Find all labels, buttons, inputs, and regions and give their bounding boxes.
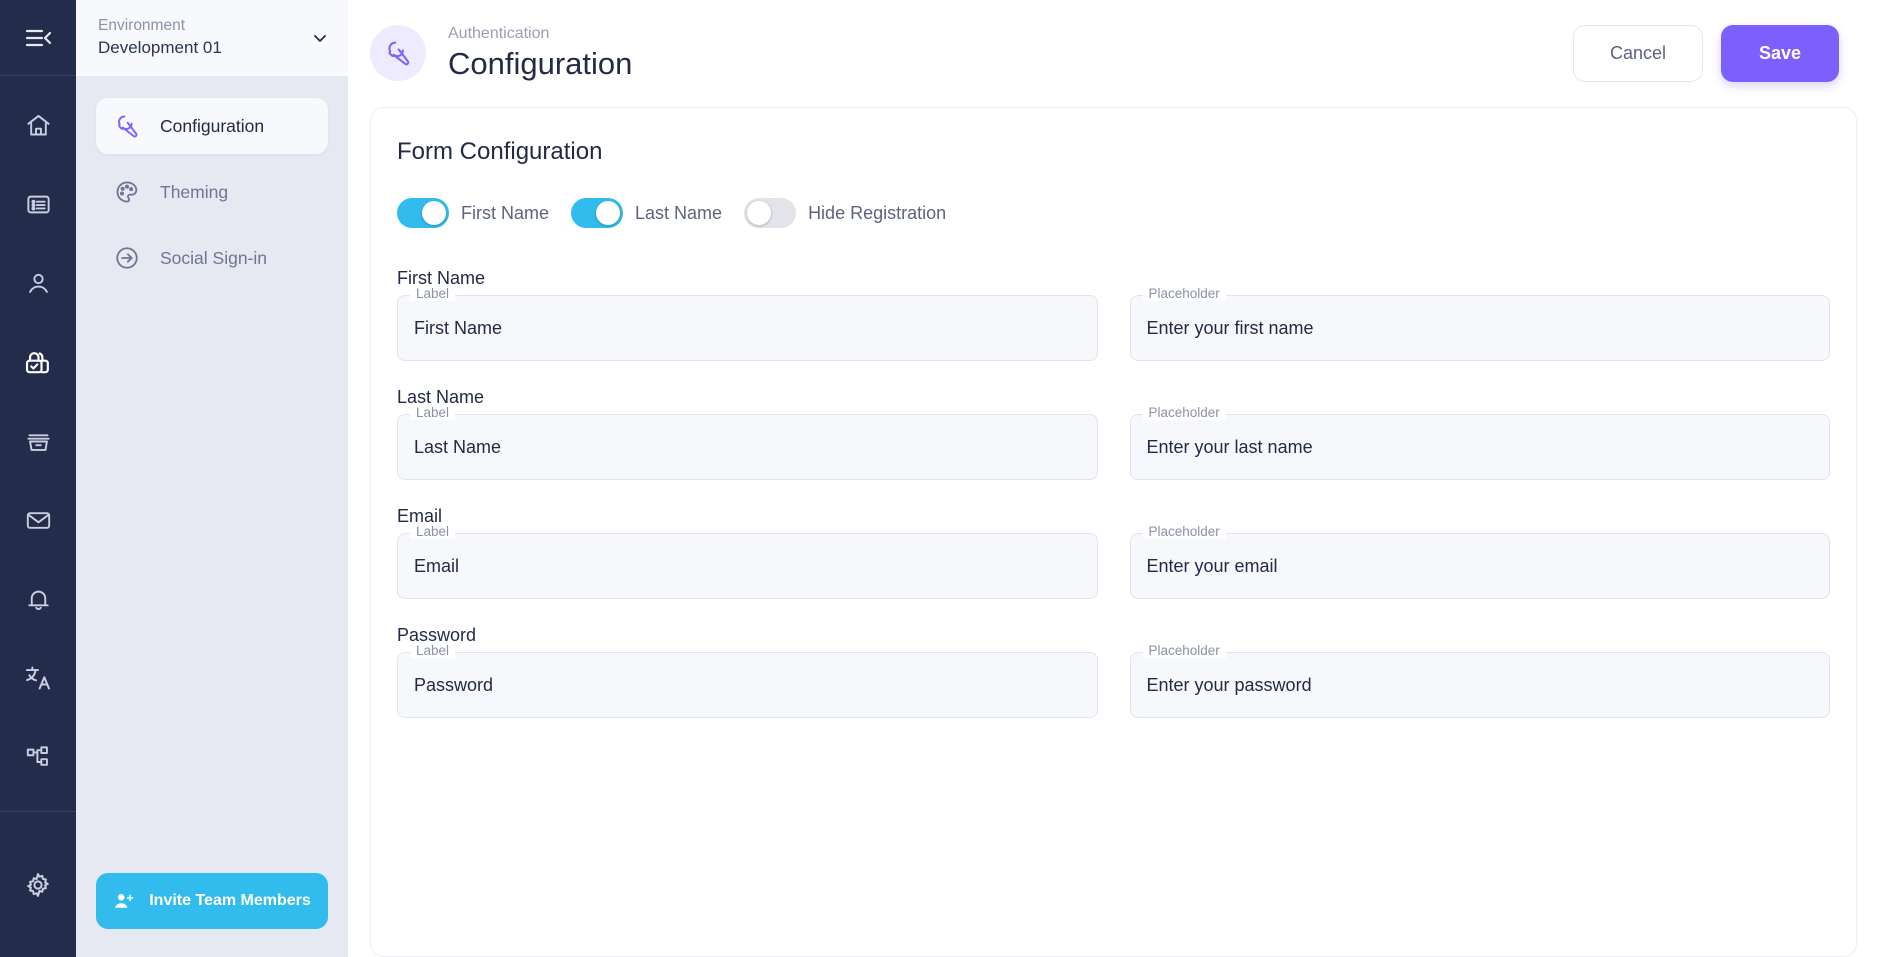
title-text-group: Authentication Configuration — [448, 24, 632, 84]
environment-value: Development 01 — [98, 37, 222, 60]
input-legend: Placeholder — [1143, 406, 1226, 420]
email-placeholder-input[interactable]: Placeholder Enter your email — [1130, 533, 1831, 599]
toggle-row-group: First Name Last Name Hide Registration — [397, 198, 1830, 228]
input-value: Enter your password — [1147, 675, 1312, 696]
field-group-password: Password Label Password Placeholder Ente… — [397, 625, 1830, 718]
page-title-block: Authentication Configuration — [370, 24, 632, 84]
input-value: Enter your first name — [1147, 318, 1314, 339]
translate-icon[interactable] — [15, 655, 61, 701]
bell-icon[interactable] — [15, 576, 61, 622]
input-legend: Placeholder — [1143, 525, 1226, 539]
invite-section: Invite Team Members — [76, 873, 348, 957]
secondary-sidebar: Environment Development 01 Configuration — [76, 0, 348, 957]
card-title: Form Configuration — [397, 138, 1830, 166]
save-button[interactable]: Save — [1721, 25, 1839, 82]
field-group-title: First Name — [397, 268, 1830, 289]
last-name-label-input[interactable]: Label Last Name — [397, 414, 1098, 480]
header-actions: Cancel Save — [1573, 25, 1839, 82]
toggle-switch[interactable] — [744, 198, 796, 228]
user-icon[interactable] — [15, 260, 61, 306]
field-group-email: Email Label Email Placeholder Enter your… — [397, 506, 1830, 599]
rail-footer — [0, 811, 76, 957]
cancel-button[interactable]: Cancel — [1573, 25, 1703, 82]
rail-header — [0, 0, 76, 76]
wrench-icon — [370, 25, 426, 81]
toggle-first-name[interactable]: First Name — [397, 198, 549, 228]
input-legend: Label — [410, 525, 455, 539]
password-label-input[interactable]: Label Password — [397, 652, 1098, 718]
toggle-knob — [747, 201, 771, 225]
sitemap-icon[interactable] — [15, 734, 61, 780]
menu-collapse-icon[interactable] — [15, 15, 61, 61]
rail-icon-list — [0, 76, 76, 811]
field-row: Label First Name Placeholder Enter your … — [397, 295, 1830, 361]
sidebar-item-social-sign-in[interactable]: Social Sign-in — [96, 230, 328, 286]
input-legend: Label — [410, 406, 455, 420]
input-legend: Label — [410, 644, 455, 658]
input-value: Enter your last name — [1147, 437, 1313, 458]
input-value: First Name — [414, 318, 502, 339]
toggle-label: First Name — [461, 203, 549, 224]
arrow-circle-right-icon — [112, 243, 142, 273]
person-add-icon — [113, 890, 135, 912]
input-legend: Placeholder — [1143, 644, 1226, 658]
email-label-input[interactable]: Label Email — [397, 533, 1098, 599]
field-row: Label Password Placeholder Enter your pa… — [397, 652, 1830, 718]
field-group-first-name: First Name Label First Name Placeholder … — [397, 268, 1830, 361]
sidebar-item-label: Configuration — [160, 116, 264, 137]
toggle-last-name[interactable]: Last Name — [571, 198, 722, 228]
toggle-switch[interactable] — [571, 198, 623, 228]
page-header: Authentication Configuration Cancel Save — [348, 0, 1879, 107]
sidebar-item-label: Theming — [160, 182, 228, 203]
page-title: Configuration — [448, 45, 632, 84]
environment-selector[interactable]: Environment Development 01 — [76, 0, 348, 76]
toggle-label: Hide Registration — [808, 203, 946, 224]
list-icon[interactable] — [15, 181, 61, 227]
lock-check-icon[interactable] — [15, 339, 61, 385]
password-placeholder-input[interactable]: Placeholder Enter your password — [1130, 652, 1831, 718]
input-legend: Label — [410, 287, 455, 301]
first-name-label-input[interactable]: Label First Name — [397, 295, 1098, 361]
input-value: Email — [414, 556, 459, 577]
archive-icon[interactable] — [15, 418, 61, 464]
toggle-knob — [596, 201, 620, 225]
chevron-down-icon[interactable] — [310, 28, 330, 48]
sidebar-item-label: Social Sign-in — [160, 248, 267, 269]
invite-button-label: Invite Team Members — [149, 892, 311, 910]
breadcrumb: Authentication — [448, 24, 632, 45]
app-root: Environment Development 01 Configuration — [0, 0, 1879, 957]
field-group-title: Email — [397, 506, 1830, 527]
field-group-title: Last Name — [397, 387, 1830, 408]
wrench-icon — [112, 111, 142, 141]
input-legend: Placeholder — [1143, 287, 1226, 301]
invite-team-members-button[interactable]: Invite Team Members — [96, 873, 328, 929]
input-value: Last Name — [414, 437, 501, 458]
palette-icon — [112, 177, 142, 207]
environment-text: Environment Development 01 — [98, 16, 222, 60]
sidebar-nav: Configuration Theming So — [76, 76, 348, 286]
environment-label: Environment — [98, 16, 222, 37]
toggle-hide-registration[interactable]: Hide Registration — [744, 198, 946, 228]
page-content: Form Configuration First Name Last Name … — [348, 107, 1879, 957]
mail-icon[interactable] — [15, 497, 61, 543]
toggle-knob — [422, 201, 446, 225]
gear-icon[interactable] — [15, 862, 61, 908]
field-row: Label Last Name Placeholder Enter your l… — [397, 414, 1830, 480]
last-name-placeholder-input[interactable]: Placeholder Enter your last name — [1130, 414, 1831, 480]
sidebar-item-configuration[interactable]: Configuration — [96, 98, 328, 154]
input-value: Password — [414, 675, 493, 696]
field-group-title: Password — [397, 625, 1830, 646]
field-group-last-name: Last Name Label Last Name Placeholder En… — [397, 387, 1830, 480]
first-name-placeholder-input[interactable]: Placeholder Enter your first name — [1130, 295, 1831, 361]
icon-rail — [0, 0, 76, 957]
input-value: Enter your email — [1147, 556, 1278, 577]
toggle-label: Last Name — [635, 203, 722, 224]
toggle-switch[interactable] — [397, 198, 449, 228]
home-icon[interactable] — [15, 102, 61, 148]
sidebar-item-theming[interactable]: Theming — [96, 164, 328, 220]
main-area: Authentication Configuration Cancel Save… — [348, 0, 1879, 957]
field-row: Label Email Placeholder Enter your email — [397, 533, 1830, 599]
form-configuration-card: Form Configuration First Name Last Name … — [370, 107, 1857, 957]
